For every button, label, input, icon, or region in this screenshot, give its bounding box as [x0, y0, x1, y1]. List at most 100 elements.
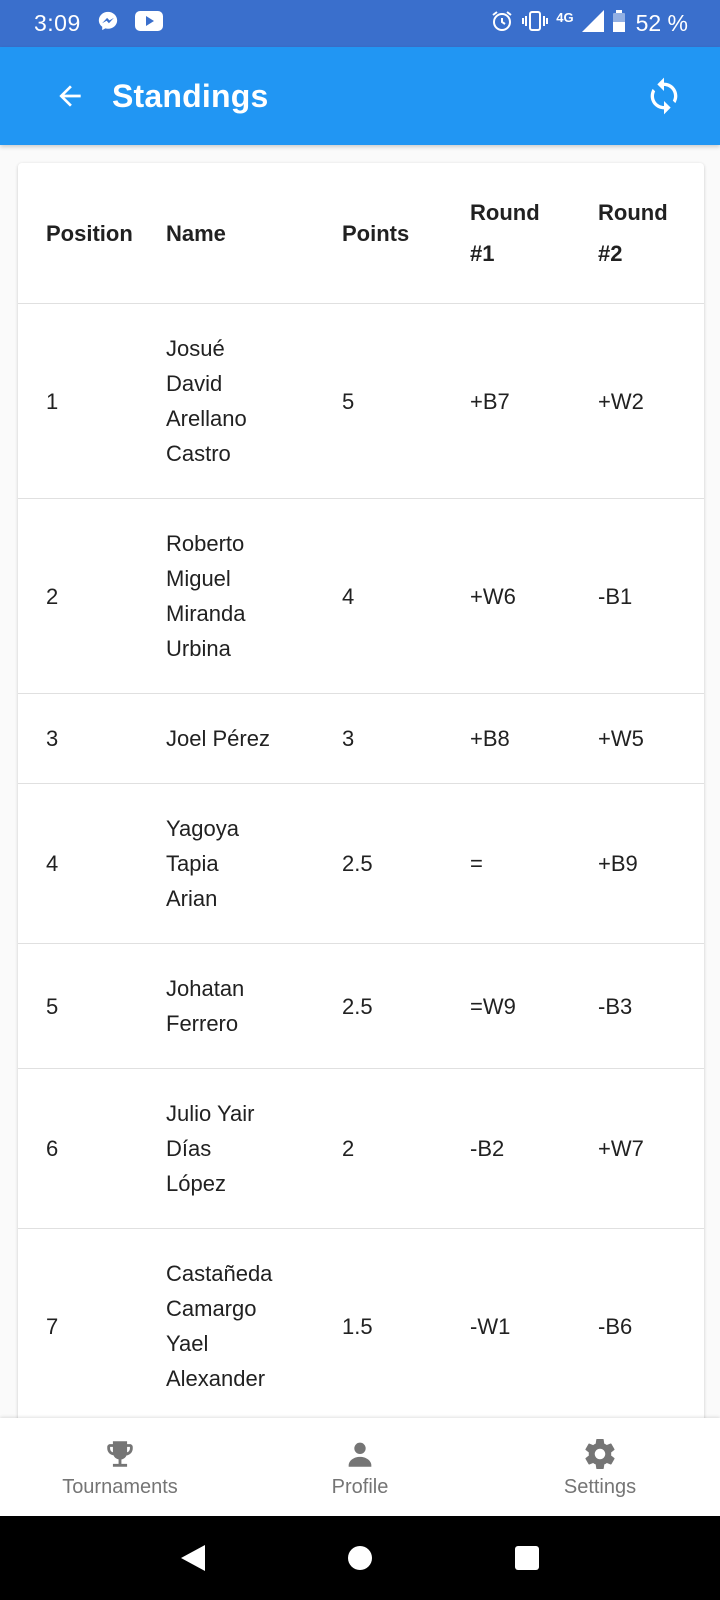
sync-icon [650, 77, 678, 115]
round-2-cell: +W5 [598, 693, 704, 784]
system-recents-button[interactable] [507, 1538, 547, 1578]
table-row[interactable]: 2 Roberto Miguel Miranda Urbina 4 +W6 -B1 [18, 498, 704, 694]
header-round-2-word: Round [598, 200, 668, 225]
app-bar: Standings [0, 47, 720, 145]
signal-icon [581, 9, 604, 38]
table-header-row: Position Name Points Round #1 Round #2 [18, 163, 704, 304]
table-row[interactable]: 6 Julio Yair Días López 2 -B2 +W7 [18, 1068, 704, 1229]
status-bar-left: 3:09 [34, 10, 163, 38]
home-circle-icon [347, 1546, 372, 1570]
position-cell: 2 [18, 498, 166, 694]
header-round-1[interactable]: Round #1 [470, 163, 598, 304]
player-name-line: Roberto [166, 531, 245, 556]
nav-profile-label: Profile [331, 1475, 389, 1498]
points-cell: 2.5 [342, 783, 470, 944]
points-cell: 1.5 [342, 1228, 470, 1418]
position-cell: 7 [18, 1228, 166, 1418]
arrow-back-icon [59, 85, 81, 107]
player-name-line: Johatan [166, 976, 245, 1001]
player-name-line: Tapia [166, 851, 219, 876]
system-home-button[interactable] [340, 1538, 380, 1578]
points-cell: 2.5 [342, 943, 470, 1069]
player-name-line: Arellano [166, 406, 247, 431]
header-round-1-number: #1 [470, 241, 495, 266]
position-cell: 4 [18, 783, 166, 944]
header-round-1-word: Round [470, 200, 540, 225]
player-name-line: Días [166, 1136, 212, 1161]
points-cell: 4 [342, 498, 470, 694]
network-type: 4G [556, 10, 574, 25]
player-name-line: Castañeda [166, 1261, 273, 1286]
header-round-2-number: #2 [598, 241, 623, 266]
gear-icon [582, 1436, 618, 1472]
round-1-cell: =W9 [470, 943, 598, 1069]
standings-content[interactable]: Position Name Points Round #1 Round #2 1… [0, 145, 720, 1418]
round-1-cell: = [470, 783, 598, 944]
person-icon [343, 1436, 377, 1472]
player-name-line: Urbina [166, 636, 231, 661]
system-nav-bar [0, 1516, 720, 1600]
round-1-cell: +B7 [470, 303, 598, 499]
position-cell: 3 [18, 693, 166, 784]
round-1-cell: +B8 [470, 693, 598, 784]
youtube-icon [134, 10, 163, 38]
round-2-cell: -B6 [598, 1228, 704, 1418]
round-1-cell: -B2 [470, 1068, 598, 1229]
header-round-2[interactable]: Round #2 [598, 163, 704, 304]
system-back-button[interactable] [173, 1538, 213, 1578]
player-name-line: Arian [166, 886, 218, 911]
nav-tournaments-label: Tournaments [62, 1475, 178, 1498]
player-name-line: Ferrero [166, 1011, 239, 1036]
table-row[interactable]: 4 Yagoya Tapia Arian 2.5 = +B9 [18, 783, 704, 944]
header-position[interactable]: Position [18, 163, 166, 304]
nav-tournaments[interactable]: Tournaments [0, 1418, 240, 1516]
standings-card: Position Name Points Round #1 Round #2 1… [18, 163, 704, 1418]
position-cell: 6 [18, 1068, 166, 1229]
refresh-button[interactable] [636, 68, 692, 124]
status-time: 3:09 [34, 10, 81, 36]
player-name-line: Yagoya [166, 816, 239, 841]
name-cell: Johatan Ferrero [166, 943, 342, 1069]
trophy-icon [102, 1436, 138, 1472]
nav-settings-label: Settings [563, 1475, 637, 1498]
player-name-line: Yael [166, 1331, 209, 1356]
standings-body: 1 Josué David Arellano Castro 5 +B7 +W2 2 Roberto… [18, 303, 704, 1418]
name-cell: Joel Pérez [166, 693, 342, 784]
status-bar-right: 4G 52 % [490, 9, 688, 39]
player-name-line: David [166, 371, 223, 396]
position-cell: 5 [18, 943, 166, 1069]
back-triangle-icon [181, 1545, 206, 1571]
status-bar: 3:09 4G 52 % [0, 0, 720, 47]
player-name-line: Camargo [166, 1296, 257, 1321]
nav-profile[interactable]: Profile [240, 1418, 480, 1516]
player-name-line: Joel Pérez [166, 726, 270, 751]
table-row[interactable]: 3 Joel Pérez 3 +B8 +W5 [18, 693, 704, 784]
vibrate-icon [522, 10, 549, 38]
points-cell: 3 [342, 693, 470, 784]
nav-settings[interactable]: Settings [480, 1418, 720, 1516]
recents-square-icon [514, 1546, 539, 1570]
name-cell: Roberto Miguel Miranda Urbina [166, 498, 342, 694]
name-cell: Julio Yair Días López [166, 1068, 342, 1229]
table-row[interactable]: 5 Johatan Ferrero 2.5 =W9 -B3 [18, 943, 704, 1069]
position-cell: 1 [18, 303, 166, 499]
page-title: Standings [112, 77, 269, 114]
table-row[interactable]: 1 Josué David Arellano Castro 5 +B7 +W2 [18, 303, 704, 499]
back-button[interactable] [50, 76, 90, 116]
round-2-cell: +B9 [598, 783, 704, 944]
name-cell: Josué David Arellano Castro [166, 303, 342, 499]
player-name-line: Miguel [166, 566, 231, 591]
points-cell: 5 [342, 303, 470, 499]
round-2-cell: -B3 [598, 943, 704, 1069]
battery-percent: 52 % [635, 10, 688, 36]
battery-icon [612, 9, 626, 38]
player-name-line: López [166, 1171, 226, 1196]
name-cell: Castañeda Camargo Yael Alexander [166, 1228, 342, 1418]
player-name-line: Alexander [166, 1366, 266, 1391]
bottom-nav: Tournaments Profile Settings [0, 1418, 720, 1516]
header-name[interactable]: Name [166, 163, 342, 304]
table-row[interactable]: 7 Castañeda Camargo Yael Alexander 1.5 -W1 -B6 [18, 1228, 704, 1418]
name-cell: Yagoya Tapia Arian [166, 783, 342, 944]
points-cell: 2 [342, 1068, 470, 1229]
header-points[interactable]: Points [342, 163, 470, 304]
